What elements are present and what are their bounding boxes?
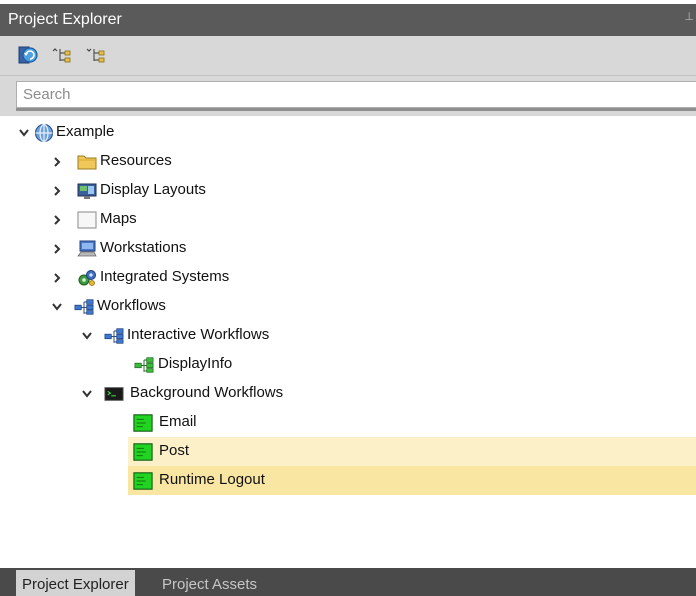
tree-node-label: Example xyxy=(56,123,115,140)
tree-node-example[interactable]: Example xyxy=(0,118,696,147)
toolbar xyxy=(0,36,696,76)
tree-node-display-layouts[interactable]: Display Layouts xyxy=(0,176,696,205)
tree-node-label: Interactive Workflows xyxy=(127,326,270,343)
globe-icon xyxy=(34,123,54,143)
row-hover-highlight xyxy=(128,437,696,466)
tree-node-post[interactable]: Post xyxy=(0,437,696,466)
tab-project-explorer[interactable]: Project Explorer xyxy=(16,570,135,596)
tree-node-label: Display Layouts xyxy=(100,181,206,198)
chevron-down-icon[interactable] xyxy=(80,379,94,408)
map-icon xyxy=(77,210,97,230)
background-workflow-item-icon xyxy=(133,442,153,462)
interactive-workflow-item-icon xyxy=(134,355,154,375)
pin-icon[interactable]: ⊥ xyxy=(684,10,694,23)
tree-node-interactive-workflows[interactable]: Interactive Workflows xyxy=(0,321,696,350)
workstation-icon xyxy=(77,239,97,259)
chevron-right-icon[interactable] xyxy=(50,234,64,263)
folder-icon xyxy=(77,152,97,172)
search-bar xyxy=(0,76,696,116)
tree-node-label: Background Workflows xyxy=(130,384,284,401)
tree-node-label: Integrated Systems xyxy=(100,268,230,285)
project-tree: Example Resources Display Layouts Maps W… xyxy=(0,118,696,518)
bottom-tab-bar: Project Explorer Project Assets xyxy=(0,568,696,596)
workflow-icon xyxy=(74,297,94,317)
tree-node-label: Workstations xyxy=(100,239,187,256)
tree-node-label: Email xyxy=(159,413,197,430)
tree-node-label: Resources xyxy=(100,152,172,169)
tree-node-label: Post xyxy=(159,442,190,459)
chevron-right-icon[interactable] xyxy=(50,205,64,234)
tree-node-background-workflows[interactable]: Background Workflows xyxy=(0,379,696,408)
expand-all-icon[interactable] xyxy=(50,44,74,66)
tree-node-runtime-logout[interactable]: Runtime Logout xyxy=(0,466,696,495)
chevron-right-icon[interactable] xyxy=(50,176,64,205)
tree-node-workstations[interactable]: Workstations xyxy=(0,234,696,263)
tree-node-displayinfo[interactable]: DisplayInfo xyxy=(0,350,696,379)
background-workflow-item-icon xyxy=(133,413,153,433)
tree-node-integrated-systems[interactable]: Integrated Systems xyxy=(0,263,696,292)
chevron-right-icon[interactable] xyxy=(50,147,64,176)
tree-node-label: Runtime Logout xyxy=(159,471,265,488)
tree-node-email[interactable]: Email xyxy=(0,408,696,437)
tree-node-resources[interactable]: Resources xyxy=(0,147,696,176)
chevron-down-icon[interactable] xyxy=(80,321,94,350)
chevron-right-icon[interactable] xyxy=(50,263,64,292)
display-layout-icon xyxy=(77,181,97,201)
chevron-down-icon[interactable] xyxy=(50,292,64,321)
tab-project-assets[interactable]: Project Assets xyxy=(156,570,263,596)
tree-node-maps[interactable]: Maps xyxy=(0,205,696,234)
search-input[interactable] xyxy=(16,81,696,108)
search-shadow xyxy=(16,108,696,111)
collapse-all-icon[interactable] xyxy=(84,44,108,66)
workflow-icon xyxy=(104,326,124,346)
tree-node-label: Maps xyxy=(100,210,137,227)
background-workflow-item-icon xyxy=(133,471,153,491)
integrated-systems-icon xyxy=(77,268,97,288)
panel-title-bar: Project Explorer ⊥ xyxy=(0,4,696,36)
panel-title: Project Explorer xyxy=(8,11,122,28)
chevron-down-icon[interactable] xyxy=(17,118,31,147)
tree-node-workflows[interactable]: Workflows xyxy=(0,292,696,321)
console-icon xyxy=(104,384,124,404)
refresh-icon[interactable] xyxy=(16,44,40,66)
tree-node-label: DisplayInfo xyxy=(158,355,233,372)
tree-node-label: Workflows xyxy=(97,297,166,314)
